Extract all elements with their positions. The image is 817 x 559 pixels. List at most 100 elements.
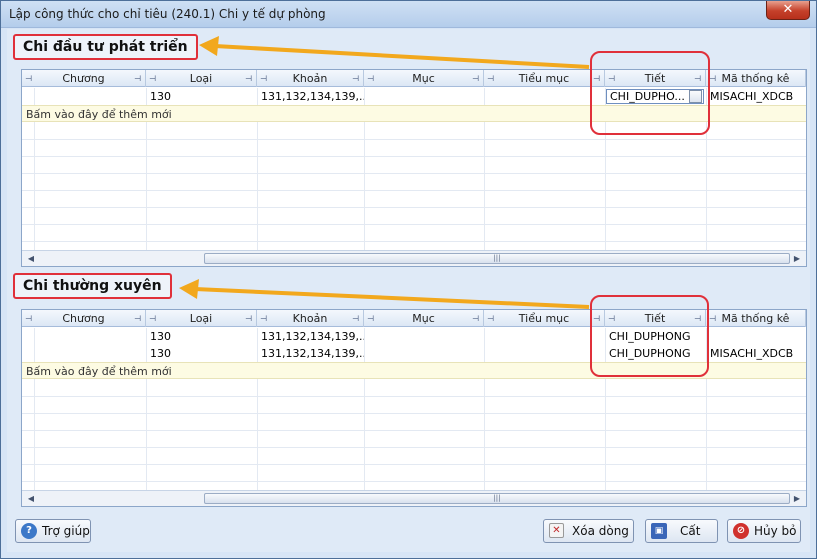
column-header-chuong[interactable]: Chương ⊣ ⊣ — [22, 70, 146, 87]
window-title: Lập công thức cho chỉ tiêu (240.1) Chi y… — [9, 7, 326, 21]
column-header-khoan[interactable]: Khoản ⊣ ⊣ — [257, 310, 364, 327]
pin-icon[interactable]: ⊣ — [472, 75, 479, 83]
pin-icon[interactable]: ⊣ — [25, 75, 32, 83]
column-header-khoan[interactable]: Khoản ⊣ ⊣ — [257, 70, 364, 87]
pin-icon[interactable]: ⊣ — [260, 315, 267, 323]
cancel-icon: ⊘ — [733, 523, 749, 539]
cell-chuong[interactable] — [22, 345, 146, 362]
horizontal-scrollbar[interactable]: ◀ ||| ▶ — [22, 490, 806, 506]
pin-icon[interactable]: ⊣ — [149, 75, 156, 83]
cancel-button-label: Hủy bỏ — [754, 524, 797, 538]
section-label-dau-tu: Chi đầu tư phát triển — [13, 34, 198, 60]
column-header-label: Loại — [189, 72, 213, 85]
section-label-dau-tu-text: Chi đầu tư phát triển — [23, 39, 188, 55]
cell-ma-thong-ke[interactable]: MISACHI_XDCB — [706, 345, 806, 362]
column-header-label: Khoản — [292, 312, 328, 325]
add-new-row-label: Bấm vào đây để thêm mới — [26, 365, 172, 378]
grid-row-line — [22, 139, 806, 140]
grid-row-line — [22, 207, 806, 208]
pin-icon[interactable]: ⊣ — [134, 75, 141, 83]
pin-icon[interactable]: ⊣ — [134, 315, 141, 323]
grid-row-line — [22, 156, 806, 157]
add-new-row-label: Bấm vào đây để thêm mới — [26, 108, 172, 121]
pin-icon[interactable]: ⊣ — [487, 315, 494, 323]
pin-icon[interactable]: ⊣ — [472, 315, 479, 323]
scroll-left-icon[interactable]: ◀ — [24, 252, 38, 265]
cell-loai[interactable]: 130 — [146, 88, 257, 105]
column-header-muc[interactable]: Mục ⊣ ⊣ — [364, 310, 484, 327]
pin-icon[interactable]: ⊣ — [352, 75, 359, 83]
cell-muc[interactable] — [364, 88, 484, 105]
column-header-tieu-muc[interactable]: Tiểu mục ⊣ ⊣ — [484, 310, 605, 327]
column-header-chuong[interactable]: Chương ⊣ ⊣ — [22, 310, 146, 327]
cell-loai[interactable]: 130 — [146, 345, 257, 362]
cell-ma-thong-ke[interactable]: MISACHI_XDCB — [706, 88, 806, 105]
cell-khoan[interactable]: 131,132,134,139,... — [257, 328, 364, 345]
delete-row-button[interactable]: ✕ Xóa dòng — [543, 519, 634, 543]
column-header-loai[interactable]: Loại ⊣ ⊣ — [146, 70, 257, 87]
section-label-thuong-xuyen: Chi thường xuyên — [13, 273, 172, 299]
column-header-label: Chương — [62, 312, 105, 325]
grid-row-line — [22, 173, 806, 174]
pin-icon[interactable]: ⊣ — [709, 315, 716, 323]
grid-row-line — [22, 396, 806, 397]
annotation-arrow-1 — [199, 36, 590, 69]
title-bar: Lập công thức cho chỉ tiêu (240.1) Chi y… — [1, 1, 816, 28]
column-header-label: Tiểu mục — [518, 312, 570, 325]
scroll-thumb[interactable]: ||| — [204, 493, 790, 504]
scroll-thumb[interactable]: ||| — [204, 253, 790, 264]
column-header-label: Mục — [412, 312, 435, 325]
column-header-ma-thong-ke[interactable]: Mã thống kê ⊣ — [706, 70, 806, 87]
column-header-label: Khoản — [292, 72, 328, 85]
help-button-label: Trợ giúp — [42, 524, 90, 538]
column-header-tieu-muc[interactable]: Tiểu mục ⊣ ⊣ — [484, 70, 605, 87]
column-header-muc[interactable]: Mục ⊣ ⊣ — [364, 70, 484, 87]
column-header-label: Mã thống kê — [721, 312, 790, 325]
cell-tieu-muc[interactable] — [484, 345, 605, 362]
annotation-box-tiet-2 — [590, 295, 709, 377]
column-header-label: Loại — [189, 312, 213, 325]
pin-icon[interactable]: ⊣ — [245, 315, 252, 323]
pin-icon[interactable]: ⊣ — [487, 75, 494, 83]
column-header-loai[interactable]: Loại ⊣ ⊣ — [146, 310, 257, 327]
scroll-left-icon[interactable]: ◀ — [24, 492, 38, 505]
close-button[interactable]: ✕ — [766, 1, 810, 20]
help-button[interactable]: ? Trợ giúp — [15, 519, 91, 543]
cell-muc[interactable] — [364, 328, 484, 345]
delete-row-icon: ✕ — [549, 523, 564, 538]
column-header-ma-thong-ke[interactable]: Mã thống kê ⊣ — [706, 310, 806, 327]
scroll-right-icon[interactable]: ▶ — [790, 252, 804, 265]
pin-icon[interactable]: ⊣ — [149, 315, 156, 323]
pin-icon[interactable]: ⊣ — [367, 75, 374, 83]
pin-icon[interactable]: ⊣ — [260, 75, 267, 83]
save-button[interactable]: ▣ Cất — [645, 519, 718, 543]
section-label-thuong-xuyen-text: Chi thường xuyên — [23, 278, 162, 294]
cell-tieu-muc[interactable] — [484, 88, 605, 105]
pin-icon[interactable]: ⊣ — [367, 315, 374, 323]
cell-khoan[interactable]: 131,132,134,139,... — [257, 88, 364, 105]
annotation-arrow-2 — [179, 279, 590, 309]
grid-row-line — [22, 464, 806, 465]
scroll-right-icon[interactable]: ▶ — [790, 492, 804, 505]
cell-muc[interactable] — [364, 345, 484, 362]
annotation-box-tiet-1 — [590, 51, 710, 135]
cell-khoan[interactable]: 131,132,134,139,... — [257, 345, 364, 362]
save-button-label: Cất — [680, 524, 701, 538]
pin-icon[interactable]: ⊣ — [352, 315, 359, 323]
grid-row-line — [22, 190, 806, 191]
horizontal-scrollbar[interactable]: ◀ ||| ▶ — [22, 250, 806, 266]
column-header-label: Tiểu mục — [518, 72, 570, 85]
cell-chuong[interactable] — [22, 88, 146, 105]
grid-row-line — [22, 430, 806, 431]
cell-loai[interactable]: 130 — [146, 328, 257, 345]
pin-icon[interactable]: ⊣ — [709, 75, 716, 83]
pin-icon[interactable]: ⊣ — [245, 75, 252, 83]
grid-row-line — [22, 241, 806, 242]
grid-row-line — [22, 224, 806, 225]
pin-icon[interactable]: ⊣ — [25, 315, 32, 323]
cancel-button[interactable]: ⊘ Hủy bỏ — [727, 519, 801, 543]
cell-ma-thong-ke[interactable] — [706, 328, 806, 345]
grid-row-line — [22, 481, 806, 482]
cell-chuong[interactable] — [22, 328, 146, 345]
cell-tieu-muc[interactable] — [484, 328, 605, 345]
